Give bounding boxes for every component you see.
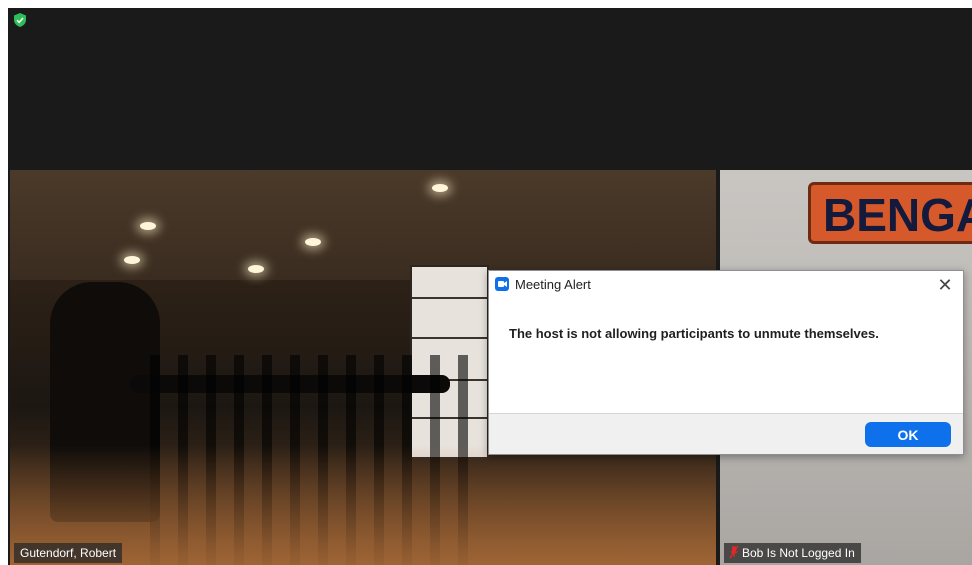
muted-mic-icon (729, 545, 739, 559)
zoom-icon (495, 277, 509, 291)
ceiling-light (305, 238, 321, 246)
participant-name: Bob Is Not Logged In (742, 546, 855, 560)
video-background (10, 170, 716, 280)
dialog-titlebar: Meeting Alert ✕ (489, 271, 963, 299)
meeting-window: Gutendorf, Robert BENGAL Bob Is Not Logg… (8, 8, 972, 565)
ceiling-light (124, 256, 140, 264)
dialog-message: The host is not allowing participants to… (509, 326, 879, 341)
video-background-sign: BENGAL (808, 182, 972, 244)
sign-text: BENGAL (823, 189, 972, 241)
ceiling-light (432, 184, 448, 192)
participant-name: Gutendorf, Robert (20, 546, 117, 560)
participant-name-tag: Bob Is Not Logged In (724, 543, 861, 563)
meeting-alert-dialog: Meeting Alert ✕ The host is not allowing… (488, 270, 964, 455)
close-icon[interactable]: ✕ (933, 273, 957, 297)
shield-icon[interactable] (12, 12, 28, 28)
dialog-title: Meeting Alert (515, 277, 591, 292)
ceiling-light (248, 265, 264, 273)
dialog-footer: OK (489, 413, 963, 454)
ceiling-light (140, 222, 156, 230)
participant-name-tag: Gutendorf, Robert (14, 543, 123, 563)
ok-button[interactable]: OK (865, 422, 951, 447)
